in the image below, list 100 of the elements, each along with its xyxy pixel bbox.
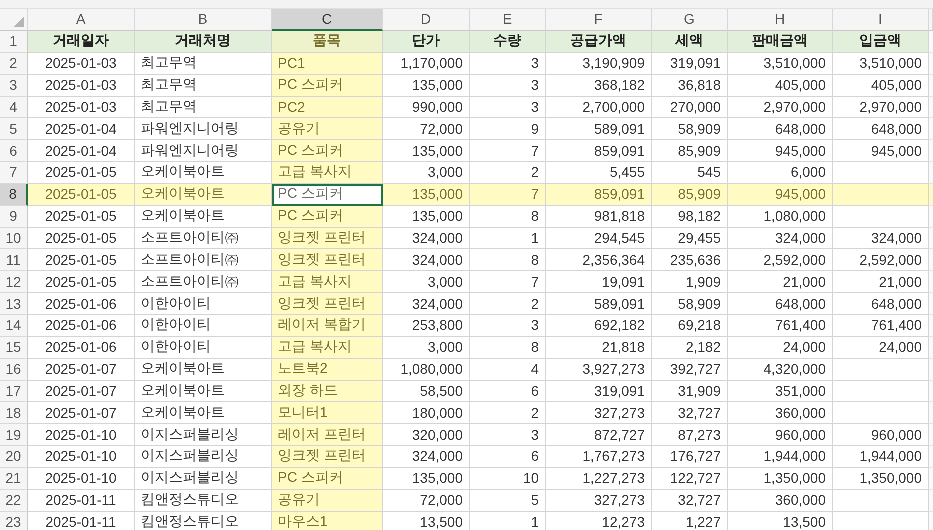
table-cell: 85,909 bbox=[652, 184, 728, 206]
table-cell: 2025-01-10 bbox=[28, 424, 135, 446]
column-header[interactable]: F bbox=[546, 9, 652, 31]
row-header[interactable]: 23 bbox=[0, 512, 28, 530]
row-header[interactable]: 18 bbox=[0, 402, 28, 424]
table-cell: 3 bbox=[470, 74, 546, 97]
row-header[interactable]: 19 bbox=[0, 424, 28, 446]
table-cell: 990,000 bbox=[383, 96, 470, 118]
table-cell: 960,000 bbox=[728, 424, 833, 446]
table-cell: 324,000 bbox=[383, 446, 470, 468]
table-cell: 잉크젯 프린터 bbox=[272, 228, 383, 250]
row-header[interactable]: 1 bbox=[0, 31, 28, 53]
column-header[interactable]: I bbox=[833, 9, 929, 31]
row-header[interactable]: 21 bbox=[0, 468, 28, 490]
table-cell: 324,000 bbox=[383, 249, 470, 272]
column-header[interactable]: B bbox=[135, 9, 272, 31]
table-cell: 오케이북아트 bbox=[135, 184, 272, 206]
table-cell: 319,091 bbox=[652, 52, 728, 75]
table-cell: 3,000 bbox=[383, 336, 470, 359]
table-cell: 2,182 bbox=[652, 336, 728, 359]
table-cell: 10 bbox=[470, 468, 546, 490]
header-cell: 수량 bbox=[470, 31, 546, 53]
row-header[interactable]: 4 bbox=[0, 96, 28, 118]
table-cell: 1,909 bbox=[652, 271, 728, 294]
table-cell: 잉크젯 프린터 bbox=[272, 249, 383, 272]
table-cell: 고급 복사지 bbox=[272, 271, 383, 294]
table-cell: 3,190,909 bbox=[546, 52, 652, 75]
table-cell: 69,218 bbox=[652, 314, 728, 337]
table-cell: 7 bbox=[470, 271, 546, 294]
header-cell: 단가 bbox=[383, 31, 470, 53]
table-cell: 2025-01-07 bbox=[28, 402, 135, 424]
row-header[interactable]: 14 bbox=[0, 314, 28, 337]
table-cell: 2025-01-03 bbox=[28, 96, 135, 118]
row-header[interactable]: 20 bbox=[0, 446, 28, 468]
table-cell: 2025-01-07 bbox=[28, 358, 135, 380]
table-cell: 고급 복사지 bbox=[272, 336, 383, 359]
table-cell: 2 bbox=[470, 402, 546, 424]
row-header[interactable]: 11 bbox=[0, 249, 28, 272]
table-cell: 270,000 bbox=[652, 96, 728, 118]
row-header[interactable]: 10 bbox=[0, 228, 28, 250]
table-cell: PC 스피커 bbox=[272, 74, 383, 97]
table-cell: 176,727 bbox=[652, 446, 728, 468]
column-header[interactable]: D bbox=[383, 9, 470, 31]
table-cell: 2,700,000 bbox=[546, 96, 652, 118]
column-header[interactable]: C bbox=[272, 9, 383, 31]
table-cell: 392,727 bbox=[652, 358, 728, 380]
row-header[interactable]: 12 bbox=[0, 271, 28, 294]
table-cell: 2,970,000 bbox=[728, 96, 833, 118]
column-header[interactable]: E bbox=[470, 9, 546, 31]
row-header[interactable]: 22 bbox=[0, 490, 28, 512]
table-cell: 공유기 bbox=[272, 490, 383, 512]
header-cell: 공급가액 bbox=[546, 31, 652, 53]
header-cell: 입금액 bbox=[833, 31, 929, 53]
table-cell: 981,818 bbox=[546, 206, 652, 228]
column-header[interactable]: A bbox=[28, 9, 135, 31]
row-header[interactable]: 2 bbox=[0, 52, 28, 75]
active-cell: PC 스피커 bbox=[272, 184, 383, 206]
select-all-button[interactable] bbox=[0, 9, 28, 31]
table-cell: 135,000 bbox=[383, 206, 470, 228]
table-cell: 58,909 bbox=[652, 118, 728, 140]
table-cell: 6 bbox=[470, 380, 546, 402]
table-cell: 368,182 bbox=[546, 74, 652, 97]
table-cell: 351,000 bbox=[728, 380, 833, 402]
table-cell: 2025-01-04 bbox=[28, 118, 135, 140]
table-cell: 1,170,000 bbox=[383, 52, 470, 75]
table-cell: 2025-01-05 bbox=[28, 206, 135, 228]
row-header[interactable]: 13 bbox=[0, 293, 28, 315]
table-cell: 2025-01-11 bbox=[28, 490, 135, 512]
table-cell: 72,000 bbox=[383, 118, 470, 140]
table-cell: 9 bbox=[470, 118, 546, 140]
table-cell: 8 bbox=[470, 336, 546, 359]
row-header[interactable]: 15 bbox=[0, 336, 28, 359]
row-header[interactable]: 8 bbox=[0, 184, 28, 206]
select-all-icon bbox=[14, 16, 24, 27]
column-header[interactable]: H bbox=[728, 9, 833, 31]
table-cell: 7 bbox=[470, 184, 546, 206]
row-header[interactable]: 3 bbox=[0, 74, 28, 97]
table-cell: 3,000 bbox=[383, 271, 470, 294]
table-cell: 327,273 bbox=[546, 490, 652, 512]
table-cell: 19,091 bbox=[546, 271, 652, 294]
row-header[interactable]: 17 bbox=[0, 380, 28, 402]
table-cell: 945,000 bbox=[728, 140, 833, 162]
table-cell: 3 bbox=[470, 314, 546, 337]
table-cell: 1,227,273 bbox=[546, 468, 652, 490]
row-header[interactable]: 5 bbox=[0, 118, 28, 140]
row-header[interactable]: 9 bbox=[0, 206, 28, 228]
table-cell: 692,182 bbox=[546, 314, 652, 337]
row-header[interactable]: 16 bbox=[0, 358, 28, 380]
column-header[interactable]: G bbox=[652, 9, 728, 31]
table-cell: 2,592,000 bbox=[728, 249, 833, 272]
table-cell: 648,000 bbox=[728, 118, 833, 140]
table-cell: 1,080,000 bbox=[383, 358, 470, 380]
row-header[interactable]: 7 bbox=[0, 162, 28, 184]
table-cell: 319,091 bbox=[546, 380, 652, 402]
table-cell: 6 bbox=[470, 446, 546, 468]
table-cell: 2025-01-10 bbox=[28, 468, 135, 490]
table-cell: 945,000 bbox=[728, 184, 833, 206]
table-cell: 135,000 bbox=[383, 140, 470, 162]
table-cell: 모니터1 bbox=[272, 402, 383, 424]
row-header[interactable]: 6 bbox=[0, 140, 28, 162]
